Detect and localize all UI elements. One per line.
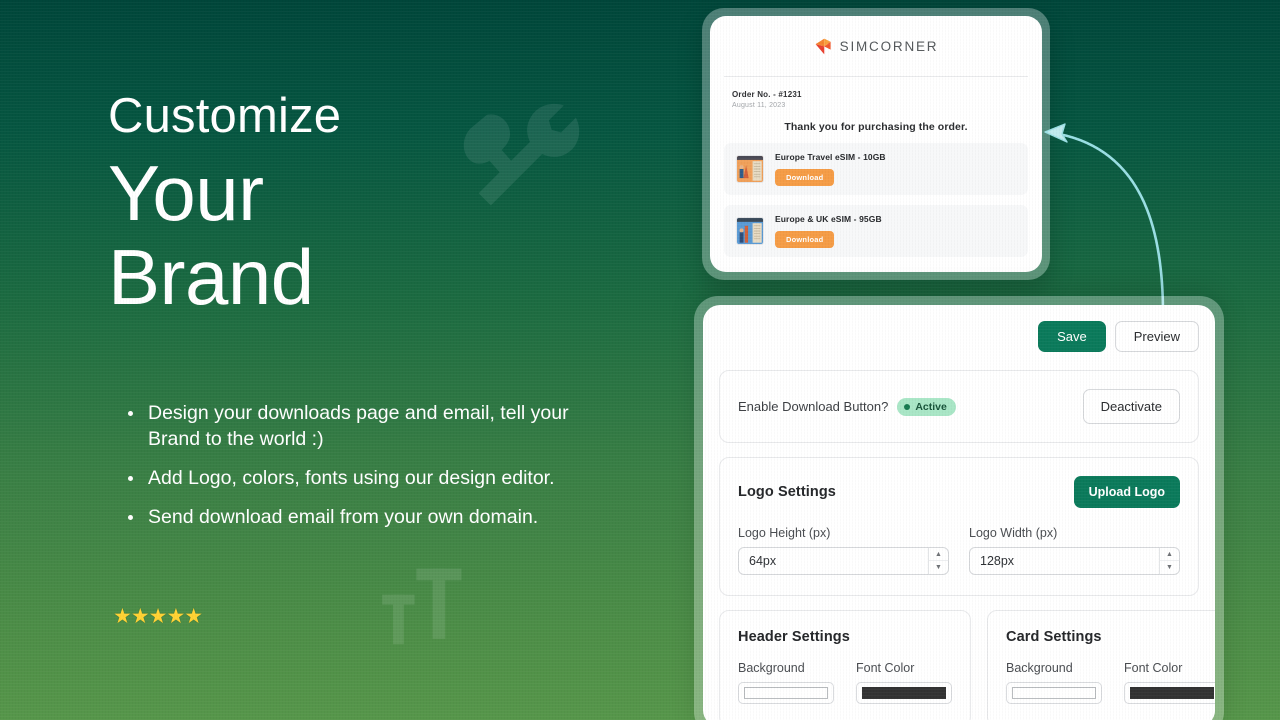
settings-panel: Save Preview Enable Download Button? Act… xyxy=(703,305,1215,720)
header-settings-section: Header Settings Background Font Color xyxy=(719,610,971,720)
card-settings-title: Card Settings xyxy=(1006,629,1102,645)
headline-line-2: Your xyxy=(108,149,264,237)
list-item: Europe Travel eSIM - 10GB Download xyxy=(724,143,1028,195)
logo-height-field: Logo Height (px) 64px ▲ ▼ xyxy=(738,526,949,575)
product-info: Europe & UK eSIM - 95GB Download xyxy=(775,214,1016,248)
enable-download-label: Enable Download Button? xyxy=(738,399,889,414)
logo-height-input[interactable]: 64px xyxy=(739,548,928,574)
header-background-label: Background xyxy=(738,661,805,675)
marketing-panel: Customize Your Brand Design your downloa… xyxy=(0,0,690,720)
card-background-label: Background xyxy=(1006,661,1073,675)
feature-bullet-list: Design your downloads page and email, te… xyxy=(126,400,596,543)
simcorner-logo-icon xyxy=(815,38,831,54)
header-background-field: Background xyxy=(738,661,834,704)
color-swatch-icon xyxy=(744,687,828,699)
logo-width-input[interactable]: 128px xyxy=(970,548,1159,574)
list-item: Europe & UK eSIM - 95GB Download xyxy=(724,205,1028,257)
product-name: Europe Travel eSIM - 10GB xyxy=(775,152,886,162)
product-info: Europe Travel eSIM - 10GB Download xyxy=(775,152,1016,186)
header-background-swatch[interactable] xyxy=(738,682,834,704)
logo-height-stepper[interactable]: 64px ▲ ▼ xyxy=(738,547,949,575)
page-headline: Customize Your Brand xyxy=(108,92,341,322)
headline-line-3: Brand xyxy=(108,233,314,321)
stepper-arrows[interactable]: ▲ ▼ xyxy=(1159,548,1179,574)
card-font-color-label: Font Color xyxy=(1124,661,1183,675)
email-brand-header: SIMCORNER xyxy=(710,16,1042,76)
typography-tT-icon xyxy=(375,565,465,655)
email-preview-card: SIMCORNER Order No. - #1231 August 11, 2… xyxy=(710,16,1042,272)
brush-and-wrench-icon xyxy=(460,96,600,231)
europe-travel-thumbnail xyxy=(736,155,764,183)
europe-uk-thumbnail xyxy=(736,217,764,245)
settings-panel-frame: Save Preview Enable Download Button? Act… xyxy=(694,296,1224,720)
chevron-up-icon[interactable]: ▲ xyxy=(1160,548,1179,561)
logo-settings-section: Logo Settings Upload Logo Logo Height (p… xyxy=(719,457,1199,596)
order-date: August 11, 2023 xyxy=(732,102,786,109)
logo-width-stepper[interactable]: 128px ▲ ▼ xyxy=(969,547,1180,575)
order-number: Order No. - #1231 xyxy=(732,90,802,99)
chevron-down-icon[interactable]: ▼ xyxy=(1160,561,1179,574)
download-button[interactable]: Download xyxy=(775,169,835,186)
panel-actions: Save Preview xyxy=(719,321,1199,352)
star-rating: ★★★★★ xyxy=(113,604,203,629)
logo-width-label: Logo Width (px) xyxy=(969,526,1058,540)
divider xyxy=(724,76,1028,77)
chevron-up-icon[interactable]: ▲ xyxy=(929,548,948,561)
email-preview-frame: SIMCORNER Order No. - #1231 August 11, 2… xyxy=(702,8,1050,280)
upload-logo-button[interactable]: Upload Logo xyxy=(1073,476,1180,508)
header-settings-title: Header Settings xyxy=(738,629,850,645)
download-button[interactable]: Download xyxy=(775,231,835,248)
preview-button[interactable]: Preview xyxy=(1114,321,1199,352)
status-badge: Active xyxy=(897,397,956,416)
logo-width-field: Logo Width (px) 128px ▲ ▼ xyxy=(969,526,1180,575)
color-swatch-icon xyxy=(862,687,946,699)
chevron-down-icon[interactable]: ▼ xyxy=(929,561,948,574)
brand-name: SIMCORNER xyxy=(839,38,939,54)
header-font-color-swatch[interactable] xyxy=(856,682,952,704)
thank-you-message: Thank you for purchasing the order. xyxy=(784,121,968,133)
deactivate-button[interactable]: Deactivate xyxy=(1082,389,1180,424)
rating-stars: ★★★★★ xyxy=(113,605,203,628)
status-badge-label: Active xyxy=(915,400,947,413)
card-settings-section: Card Settings Background Font Color xyxy=(987,610,1215,720)
logo-height-label: Logo Height (px) xyxy=(738,526,831,540)
logo-settings-title: Logo Settings xyxy=(738,484,836,500)
card-font-color-swatch[interactable] xyxy=(1124,682,1215,704)
color-swatch-icon xyxy=(1130,687,1214,699)
card-background-field: Background xyxy=(1006,661,1102,704)
appearance-sections: Header Settings Background Font Color Ca… xyxy=(719,610,1215,720)
save-button[interactable]: Save xyxy=(1038,321,1106,352)
list-item: Design your downloads page and email, te… xyxy=(126,400,596,452)
stepper-arrows[interactable]: ▲ ▼ xyxy=(928,548,948,574)
header-font-color-label: Font Color xyxy=(856,661,915,675)
header-font-color-field: Font Color xyxy=(856,661,952,704)
status-dot-icon xyxy=(904,403,911,410)
card-background-swatch[interactable] xyxy=(1006,682,1102,704)
list-item: Add Logo, colors, fonts using our design… xyxy=(126,465,596,491)
list-item: Send download email from your own domain… xyxy=(126,504,596,530)
headline-line-1: Customize xyxy=(108,89,342,143)
product-name: Europe & UK eSIM - 95GB xyxy=(775,214,882,224)
enable-download-section: Enable Download Button? Active Deactivat… xyxy=(719,370,1199,443)
color-swatch-icon xyxy=(1012,687,1096,699)
card-font-color-field: Font Color xyxy=(1124,661,1215,704)
